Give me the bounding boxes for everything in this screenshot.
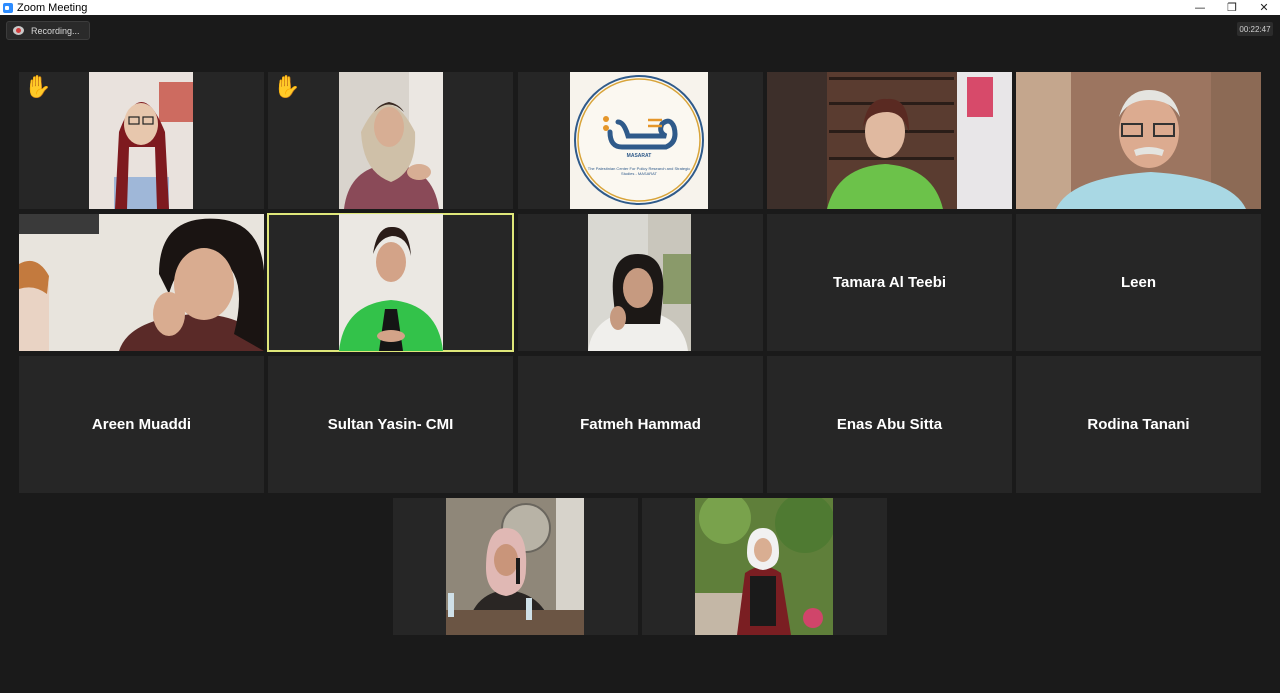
- restore-button[interactable]: ❐: [1216, 0, 1248, 15]
- participant-name: Fatmeh Hammad: [580, 416, 701, 433]
- masarat-logo-icon: [574, 75, 704, 205]
- participant-tile[interactable]: [642, 498, 887, 635]
- participant-name: Rodina Tanani: [1087, 416, 1190, 433]
- window-controls: — ❐ ✕: [1184, 0, 1280, 15]
- window-titlebar: Zoom Meeting — ❐ ✕: [0, 0, 1280, 15]
- participant-video-frame: [1016, 72, 1261, 209]
- close-button[interactable]: ✕: [1248, 0, 1280, 15]
- participant-video: [446, 498, 584, 635]
- participant-video: [767, 72, 1012, 209]
- participant-tile[interactable]: MASARAT The Palestinian Center For Polic…: [518, 72, 763, 209]
- participant-video: [19, 214, 264, 351]
- participant-tile[interactable]: Leen: [1016, 214, 1261, 351]
- participant-video: [89, 72, 193, 209]
- window-title: Zoom Meeting: [17, 1, 88, 14]
- participant-video-frame: [339, 226, 443, 351]
- zoom-app-icon: [3, 2, 13, 13]
- participant-tile[interactable]: [19, 214, 264, 351]
- participant-video: MASARAT The Palestinian Center For Polic…: [570, 72, 708, 209]
- participant-video-frame: [588, 214, 691, 351]
- recording-label: Recording...: [31, 25, 80, 36]
- participant-tile[interactable]: Sultan Yasin- CMI: [268, 356, 513, 493]
- participant-video: [695, 498, 833, 635]
- participant-video: [339, 72, 443, 209]
- participant-video-frame: [344, 72, 443, 209]
- participant-video-frame: [114, 82, 193, 209]
- participant-name: Leen: [1120, 274, 1156, 291]
- participant-tile[interactable]: Enas Abu Sitta: [767, 356, 1012, 493]
- participant-tile[interactable]: ✋: [19, 72, 264, 209]
- participant-video-frame: [446, 498, 584, 635]
- participant-tile[interactable]: [1016, 72, 1261, 209]
- participant-tile[interactable]: [393, 498, 638, 635]
- participant-tile[interactable]: Fatmeh Hammad: [518, 356, 763, 493]
- participant-tile-active-speaker[interactable]: [267, 213, 514, 352]
- participant-video: [1016, 72, 1261, 209]
- meeting-timer: 00:22:47: [1237, 22, 1273, 36]
- participant-tile[interactable]: Rodina Tanani: [1016, 356, 1261, 493]
- raised-hand-icon: ✋: [24, 75, 52, 100]
- masarat-logo-text: MASARAT: [626, 153, 652, 159]
- minimize-button[interactable]: —: [1184, 0, 1216, 15]
- participant-name: Tamara Al Teebi: [832, 274, 947, 291]
- participant-tile[interactable]: Tamara Al Teebi: [767, 214, 1012, 351]
- participant-name: Enas Abu Sitta: [836, 416, 943, 433]
- participant-tile[interactable]: ✋: [268, 72, 513, 209]
- participant-video: [588, 214, 691, 351]
- participant-video: [339, 214, 443, 351]
- recording-icon: [13, 26, 24, 35]
- participant-tile[interactable]: Areen Muaddi: [19, 356, 264, 493]
- participant-tile[interactable]: [767, 72, 1012, 209]
- participant-video-frame: [767, 72, 1012, 209]
- participant-name: Sultan Yasin- CMI: [327, 416, 454, 433]
- participant-tile[interactable]: [518, 214, 763, 351]
- recording-indicator[interactable]: Recording...: [6, 21, 90, 40]
- participant-name: Areen Muaddi: [91, 416, 192, 433]
- raised-hand-icon: ✋: [273, 75, 301, 100]
- participant-video-frame: [19, 214, 264, 351]
- masarat-logo-subtitle: The Palestinian Center For Policy Resear…: [587, 166, 691, 176]
- participant-video-frame: [695, 498, 833, 635]
